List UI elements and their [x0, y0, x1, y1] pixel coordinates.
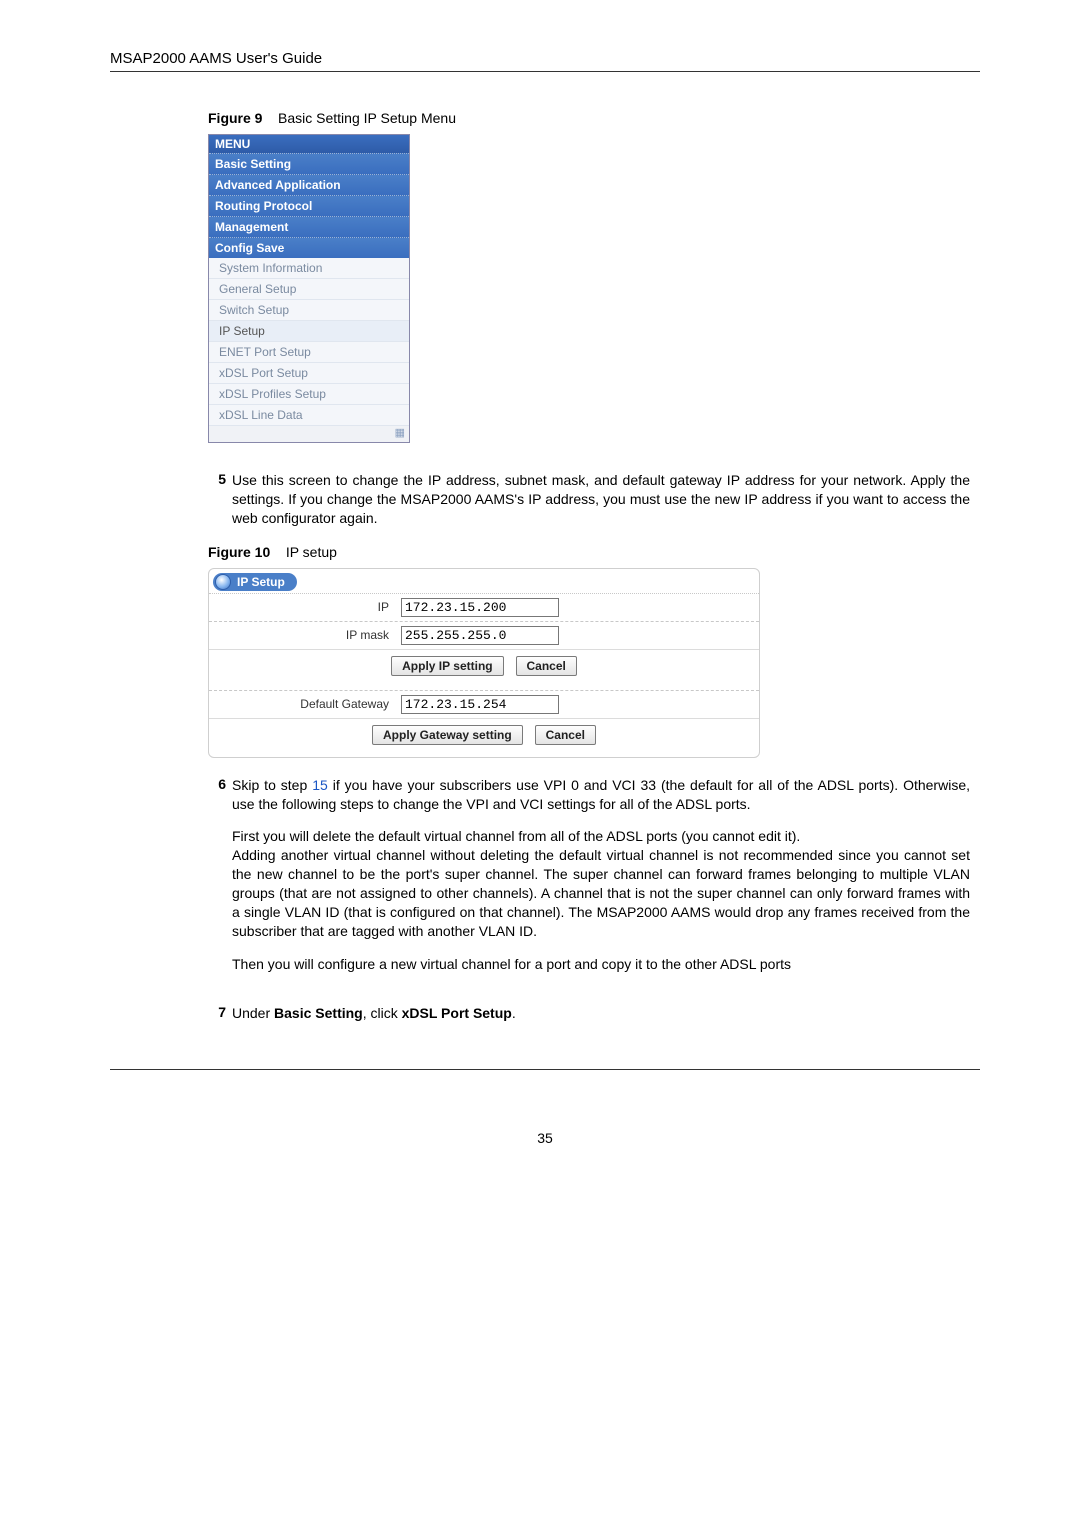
ip-mask-label: IP mask	[209, 628, 401, 642]
gateway-input[interactable]	[401, 695, 559, 714]
menu-item-xdsl-profiles-setup[interactable]: xDSL Profiles Setup	[209, 384, 409, 405]
figure10-caption: Figure 10 IP setup	[208, 544, 970, 560]
ip-setup-title-text: IP Setup	[237, 575, 285, 589]
menu-item-xdsl-port-setup[interactable]: xDSL Port Setup	[209, 363, 409, 384]
step7-b2: xDSL Port Setup	[402, 1005, 512, 1021]
page-number: 35	[110, 1130, 980, 1146]
ip-mask-input[interactable]	[401, 626, 559, 645]
dot-icon	[215, 574, 231, 590]
step7-t3: .	[512, 1005, 516, 1021]
menu-item-system-information[interactable]: System Information	[209, 258, 409, 279]
menu-item-general-setup[interactable]: General Setup	[209, 279, 409, 300]
ip-label: IP	[209, 600, 401, 614]
step5-number: 5	[208, 471, 232, 528]
step6-p4: Then you will configure a new virtual ch…	[232, 955, 970, 974]
step6-number: 6	[208, 776, 232, 988]
gateway-label: Default Gateway	[209, 697, 401, 711]
menu-footer: ▦	[209, 426, 409, 442]
step7-t1: Under	[232, 1005, 274, 1021]
step7-b1: Basic Setting	[274, 1005, 363, 1021]
figure9-label: Figure 9	[208, 110, 262, 126]
figure9-caption: Figure 9 Basic Setting IP Setup Menu	[208, 110, 970, 126]
apply-gateway-button[interactable]: Apply Gateway setting	[372, 725, 523, 745]
apply-ip-button[interactable]: Apply IP setting	[391, 656, 503, 676]
footer-rule	[110, 1069, 980, 1070]
menu-item-enet-port-setup[interactable]: ENET Port Setup	[209, 342, 409, 363]
ip-setup-panel: IP Setup IP IP mask Apply IP setting Can…	[208, 568, 760, 758]
menu-items: System Information General Setup Switch …	[209, 258, 409, 426]
step5-text: Use this screen to change the IP address…	[232, 471, 970, 528]
cancel-ip-button[interactable]: Cancel	[516, 656, 577, 676]
menu-cat-config-save[interactable]: Config Save	[209, 237, 409, 258]
step7-t2: , click	[363, 1005, 402, 1021]
menu-item-xdsl-line-data[interactable]: xDSL Line Data	[209, 405, 409, 426]
step6-body: Skip to step 15 if you have your subscri…	[232, 776, 970, 988]
menu-cat-basic-setting[interactable]: Basic Setting	[209, 153, 409, 174]
step7-number: 7	[208, 1004, 232, 1023]
step6-p2: First you will delete the default virtua…	[232, 827, 970, 846]
step7-body: Under Basic Setting, click xDSL Port Set…	[232, 1004, 970, 1023]
step6-link[interactable]: 15	[312, 777, 328, 793]
header-title: MSAP2000 AAMS User's Guide	[110, 50, 322, 67]
step6-p3: Adding another virtual channel without d…	[232, 846, 970, 940]
menu-cat-advanced-application[interactable]: Advanced Application	[209, 174, 409, 195]
figure9-caption-text: Basic Setting IP Setup Menu	[278, 110, 456, 126]
menu-item-switch-setup[interactable]: Switch Setup	[209, 300, 409, 321]
menu-title: MENU	[209, 135, 409, 153]
menu-cat-routing-protocol[interactable]: Routing Protocol	[209, 195, 409, 216]
step6-lead-after: if you have your subscribers use VPI 0 a…	[232, 777, 970, 812]
menu-item-ip-setup[interactable]: IP Setup	[209, 321, 409, 342]
ip-input[interactable]	[401, 598, 559, 617]
figure10-caption-text: IP setup	[286, 544, 337, 560]
cancel-gateway-button[interactable]: Cancel	[535, 725, 596, 745]
figure10-label: Figure 10	[208, 544, 270, 560]
ip-setup-title: IP Setup	[213, 573, 297, 591]
nav-menu: MENU Basic Setting Advanced Application …	[208, 134, 410, 443]
step6-lead-before: Skip to step	[232, 777, 312, 793]
menu-cat-management[interactable]: Management	[209, 216, 409, 237]
page-header: MSAP2000 AAMS User's Guide	[110, 50, 980, 72]
